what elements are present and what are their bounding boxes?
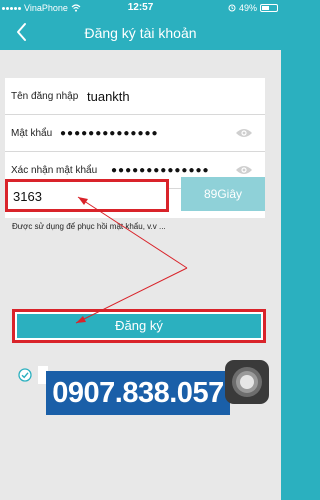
eye-icon[interactable]: [235, 127, 253, 139]
eye-icon[interactable]: [235, 164, 253, 176]
assistive-touch-icon[interactable]: [224, 359, 270, 405]
battery-percent: 49%: [238, 3, 257, 13]
check-icon[interactable]: [18, 368, 32, 382]
hint-text: Được sử dụng để phục hồi mật khẩu, v.v .…: [12, 222, 166, 231]
status-right: 49%: [228, 3, 278, 13]
confirm-password-label: Xác nhận mật khẩu: [11, 165, 98, 176]
confirm-password-input[interactable]: ●●●●●●●●●●●●●●: [111, 165, 210, 176]
password-row[interactable]: Mật khẩu ●●●●●●●●●●●●●●: [5, 115, 265, 152]
resend-timer-button[interactable]: 89Giây: [181, 177, 265, 211]
register-button[interactable]: Đăng ký: [17, 314, 261, 338]
main-content: Tên đăng nhập tuankth Mật khẩu ●●●●●●●●●…: [0, 50, 281, 500]
username-label: Tên đăng nhập: [11, 91, 79, 102]
register-highlight: Đăng ký: [12, 309, 266, 343]
alarm-icon: [228, 4, 236, 12]
status-bar: VinaPhone 12:57 49%: [0, 0, 281, 16]
nav-bar: Đăng ký tài khoản: [0, 16, 281, 50]
username-input[interactable]: tuankth: [87, 89, 130, 104]
password-input[interactable]: ●●●●●●●●●●●●●●: [60, 128, 159, 139]
username-row[interactable]: Tên đăng nhập tuankth: [5, 78, 265, 115]
password-label: Mật khẩu: [11, 128, 53, 139]
phone-number-banner: 0907.838.057: [46, 371, 230, 415]
battery-icon: [260, 4, 278, 12]
verification-code-input[interactable]: 3163: [5, 179, 169, 212]
page-title: Đăng ký tài khoản: [84, 25, 197, 41]
